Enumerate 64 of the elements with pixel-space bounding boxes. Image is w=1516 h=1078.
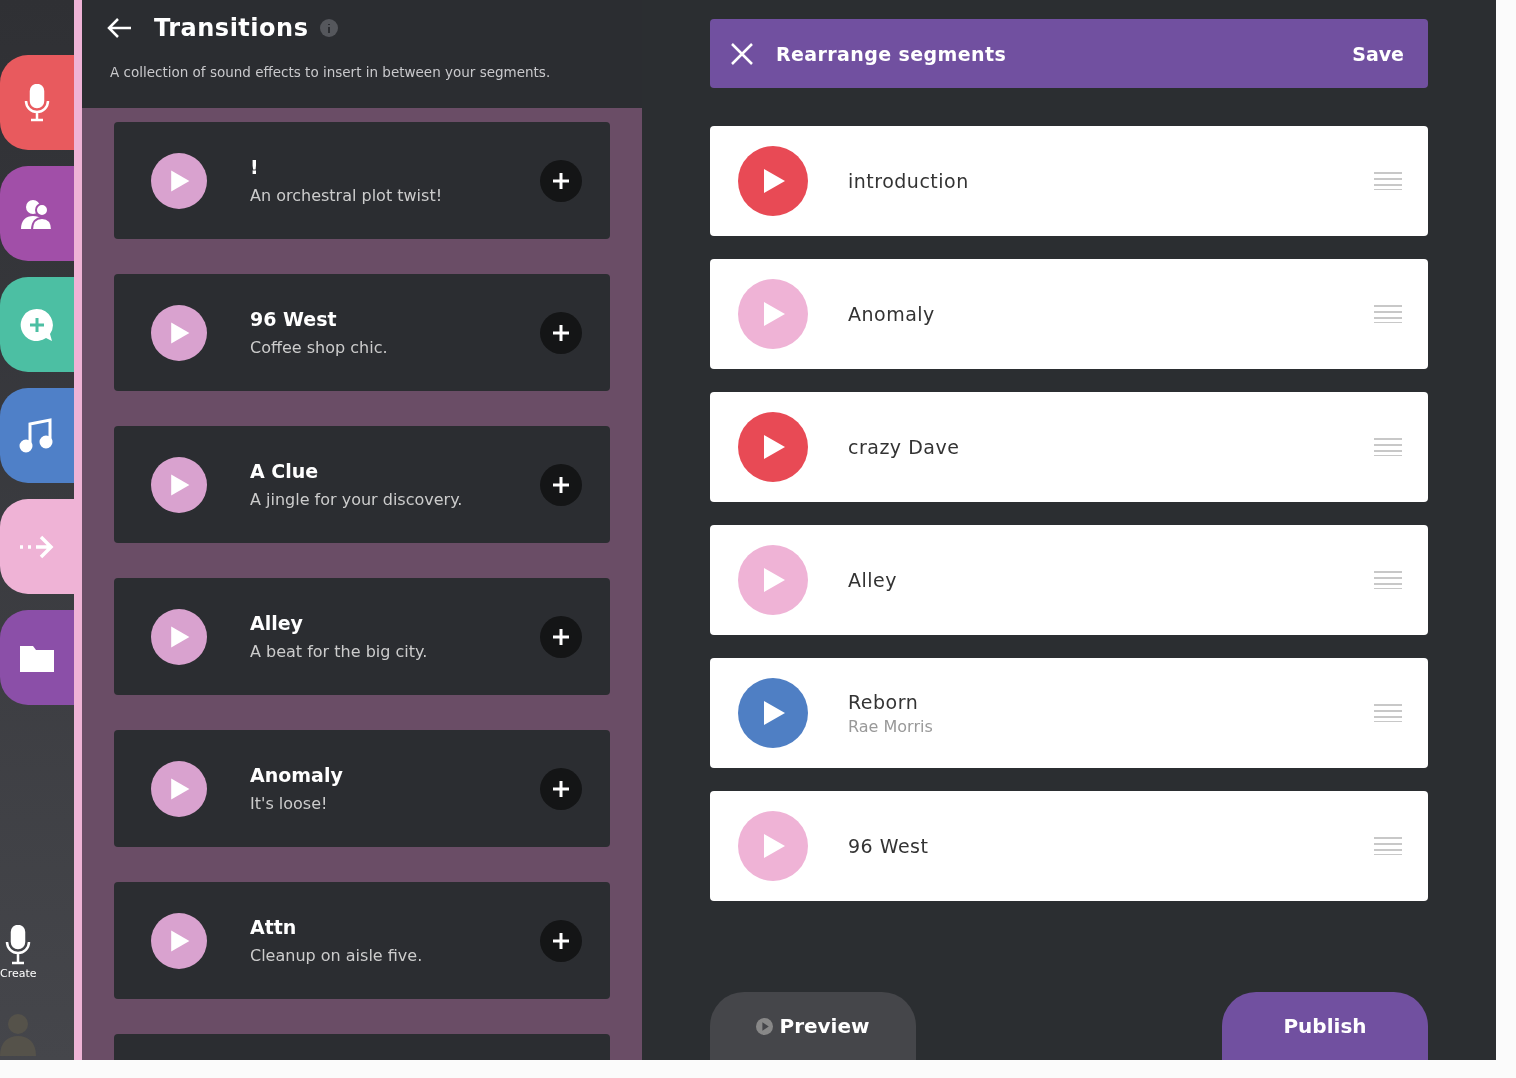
segment-card[interactable]: introduction	[710, 126, 1428, 236]
segment-card[interactable]: 96 West	[710, 791, 1428, 901]
microphone-icon	[24, 83, 50, 122]
transition-name: Alley	[250, 612, 304, 634]
plus-icon	[552, 475, 570, 494]
segment-card[interactable]: crazy Dave	[710, 392, 1428, 502]
microphone-icon	[5, 925, 32, 965]
play-icon	[756, 1017, 774, 1035]
save-button[interactable]: Save	[1352, 42, 1404, 65]
add-button[interactable]	[540, 159, 582, 202]
transition-name: Anomaly	[250, 764, 344, 786]
nav-tab[interactable]	[0, 610, 74, 705]
add-button[interactable]	[540, 615, 582, 658]
transition-name: A Clue	[250, 460, 320, 482]
transition-description: A beat for the big city.	[250, 642, 429, 661]
add-button[interactable]	[540, 311, 582, 354]
plus-icon	[552, 627, 570, 646]
nav-tab[interactable]	[0, 55, 74, 150]
plus-icon	[552, 171, 570, 190]
create-button[interactable]: Create	[0, 925, 37, 980]
nav-tab[interactable]	[0, 388, 74, 483]
segment-name: Alley	[848, 569, 898, 591]
segment-name: Anomaly	[848, 303, 936, 325]
add-button[interactable]	[540, 919, 582, 962]
segment-card[interactable]: Anomaly	[710, 259, 1428, 369]
drag-handle-icon[interactable]	[1374, 172, 1402, 190]
nav-tab[interactable]	[0, 499, 74, 594]
transition-description: Coffee shop chic.	[250, 338, 389, 357]
arrow-icon	[19, 534, 55, 559]
add-button[interactable]	[540, 463, 582, 506]
segment-card[interactable]: Reborn Rae Morris	[710, 658, 1428, 768]
music-note-icon	[19, 417, 55, 454]
add-button[interactable]	[540, 767, 582, 810]
drag-handle-icon[interactable]	[1374, 837, 1402, 855]
transition-description: Cleanup on aisle five.	[250, 946, 424, 965]
drag-handle-icon[interactable]	[1374, 438, 1402, 456]
chat-plus-icon	[19, 306, 55, 343]
close-button[interactable]	[730, 41, 754, 66]
segment-name: crazy Dave	[848, 436, 961, 458]
back-button[interactable]	[106, 17, 132, 39]
drag-handle-icon[interactable]	[1374, 571, 1402, 589]
nav-tab[interactable]	[0, 166, 74, 261]
plus-icon	[552, 779, 570, 798]
drag-handle-icon[interactable]	[1374, 305, 1402, 323]
transition-description: An orchestral plot twist!	[250, 186, 444, 205]
header-title: Rearrange segments	[776, 42, 1008, 65]
segment-card[interactable]: Alley	[710, 525, 1428, 635]
nav-tab[interactable]	[0, 277, 74, 372]
transition-name: 96 West	[250, 308, 338, 330]
transition-name: !	[250, 156, 260, 178]
preview-button[interactable]: Preview	[710, 992, 916, 1060]
segment-name: Reborn	[848, 690, 920, 713]
transition-name: Attn	[250, 916, 298, 938]
drag-handle-icon[interactable]	[1374, 704, 1402, 722]
transition-description: It's loose!	[250, 794, 329, 813]
panel-title: Transitions	[154, 14, 309, 42]
segment-name: introduction	[848, 170, 970, 192]
segment-name: 96 West	[848, 835, 930, 857]
segment-artist: Rae Morris	[848, 716, 934, 736]
publish-button[interactable]: Publish	[1222, 992, 1428, 1060]
panel-description: A collection of sound effects to insert in between your segments.	[110, 64, 552, 80]
transition-description: A jingle for your discovery.	[250, 490, 464, 509]
plus-icon	[552, 931, 570, 950]
plus-icon	[552, 323, 570, 342]
